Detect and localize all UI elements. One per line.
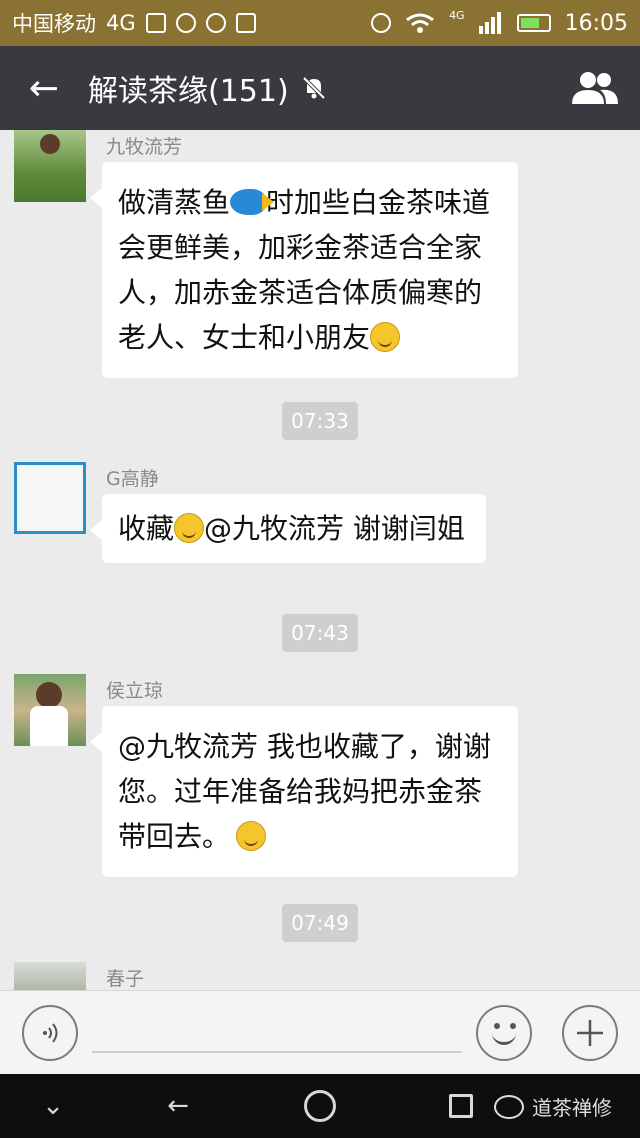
voice-icon	[43, 1023, 58, 1043]
watermark-text: 道茶禅修	[532, 1096, 612, 1120]
grin-emoji-icon	[174, 513, 205, 543]
back-arrow-icon: ←	[167, 1091, 189, 1121]
hide-nav-button[interactable]: ⌄	[38, 1088, 68, 1124]
watermark: 道茶禅修	[494, 1092, 612, 1121]
message-text: 人，加赤金茶适合体质偏寒的	[118, 276, 483, 309]
nav-back-button[interactable]: ←	[158, 1088, 198, 1124]
message-text: 会更鲜美，加彩金茶适合全家	[118, 231, 483, 264]
message-text: 带回去。	[118, 820, 231, 853]
chat-input-bar	[0, 990, 640, 1074]
message-text: 收藏	[118, 512, 175, 545]
message-text: 老人、女士和小朋友	[118, 321, 371, 354]
status-right: 4G 16:05	[371, 8, 628, 36]
download-icon	[235, 13, 256, 33]
back-arrow-icon: ←	[28, 67, 60, 109]
nav-home-button[interactable]	[302, 1088, 338, 1124]
signal-network-label: 4G	[449, 8, 465, 22]
sender-name: 侯立琼	[106, 680, 164, 702]
chat-messages-area[interactable]: 九牧流芳 做清蒸鱼 时加些白金茶味道 会更鲜美，加彩金茶适合全家 人，加赤金茶适合…	[0, 130, 640, 990]
smiley-eye	[510, 1023, 516, 1029]
recents-square-icon	[449, 1094, 473, 1118]
chevron-down-icon: ⌄	[42, 1091, 64, 1121]
clock-time: 16:05	[564, 10, 628, 36]
timestamp-chip: 07:33	[282, 402, 358, 440]
message-text: 时加些白金茶味道	[266, 186, 491, 219]
plus-icon	[577, 1020, 603, 1046]
sender-name: 春子	[106, 968, 145, 990]
message-input[interactable]	[92, 1005, 462, 1053]
message-text: 做清蒸鱼	[118, 186, 231, 219]
signal-icon	[478, 12, 501, 34]
more-actions-button[interactable]	[562, 1005, 618, 1061]
tropical-fish-emoji-icon	[230, 189, 275, 215]
alarm-icon	[371, 13, 392, 33]
avatar[interactable]	[14, 130, 86, 202]
battery-icon	[516, 14, 551, 32]
avatar[interactable]	[14, 462, 86, 534]
avatar[interactable]	[14, 674, 86, 746]
nav-recents-button[interactable]	[446, 1088, 476, 1124]
android-icon	[175, 13, 196, 33]
voice-input-button[interactable]	[22, 1005, 78, 1061]
sender-name: 九牧流芳	[106, 136, 183, 158]
shield-icon	[205, 13, 226, 33]
back-button[interactable]: ←	[0, 46, 88, 130]
group-icon	[572, 72, 618, 104]
message-bubble[interactable]: 做清蒸鱼 时加些白金茶味道 会更鲜美，加彩金茶适合全家 人，加赤金茶适合体质偏寒的…	[90, 162, 518, 378]
message-text: @九牧流芳 谢谢闫姐	[204, 512, 465, 545]
bell-off-icon	[302, 76, 326, 100]
carrier-name: 中国移动	[12, 12, 96, 36]
emoji-button[interactable]	[476, 1005, 532, 1061]
home-circle-icon	[304, 1090, 336, 1122]
chat-title: 解读茶缘(151)	[88, 74, 289, 109]
chat-header: ← 解读茶缘(151)	[0, 46, 640, 130]
status-left: 中国移动 4G	[12, 8, 256, 38]
message-bubble[interactable]: @九牧流芳 我也收藏了，谢谢 您。过年准备给我妈把赤金茶 带回去。	[90, 706, 518, 877]
avatar-figure	[40, 134, 60, 154]
status-bar: 中国移动 4G 4G 16:05	[0, 0, 640, 46]
sender-name: G高静	[106, 468, 159, 490]
smile-emoji-icon	[236, 821, 267, 851]
message-text: 您。过年准备给我妈把赤金茶	[118, 775, 483, 808]
timestamp-chip: 07:43	[282, 614, 358, 652]
timestamp-chip: 07:49	[282, 904, 358, 942]
image-icon	[145, 13, 166, 33]
smile-emoji-icon	[370, 322, 401, 352]
message-bubble[interactable]: 收藏 @九牧流芳 谢谢闫姐	[90, 494, 486, 563]
system-nav-bar: ⌄ ← 道茶禅修	[0, 1074, 640, 1138]
avatar-figure-body	[30, 706, 68, 746]
wechat-icon	[494, 1094, 524, 1119]
avatar-figure	[36, 682, 62, 708]
network-type: 4G	[106, 11, 136, 35]
avatar[interactable]	[14, 962, 86, 990]
message-text: @九牧流芳 我也收藏了，谢谢	[118, 730, 491, 763]
group-info-button[interactable]	[550, 46, 640, 130]
wifi-icon	[406, 13, 434, 33]
smiley-eye	[494, 1023, 500, 1029]
smiley-icon	[492, 1033, 516, 1045]
